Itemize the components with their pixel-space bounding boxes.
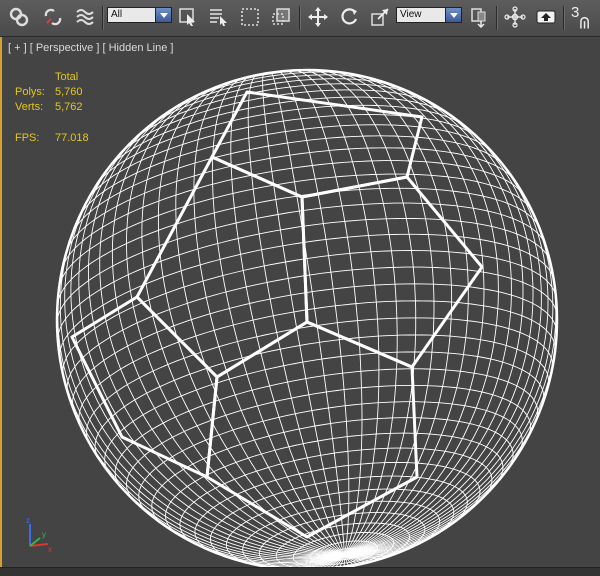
select-and-manipulate-icon[interactable] xyxy=(502,4,528,30)
select-by-name-icon[interactable] xyxy=(205,4,231,30)
toolbar-separator xyxy=(102,6,104,30)
snaps-toggle-button[interactable]: 3 xyxy=(568,4,598,30)
toolbar-separator xyxy=(299,6,301,30)
bind-to-space-warp-icon[interactable] xyxy=(72,4,98,30)
select-and-rotate-icon[interactable] xyxy=(336,4,362,30)
use-pivot-center-icon[interactable] xyxy=(466,4,492,30)
unlink-selection-icon[interactable] xyxy=(40,4,66,30)
select-and-scale-icon[interactable] xyxy=(367,4,393,30)
rectangular-selection-region-icon[interactable] xyxy=(237,4,263,30)
reference-coordinate-value: View xyxy=(400,9,422,20)
main-toolbar: All View 3 xyxy=(0,0,600,37)
window-crossing-icon[interactable] xyxy=(268,4,294,30)
select-and-move-icon[interactable] xyxy=(305,4,331,30)
svg-text:z: z xyxy=(26,516,30,525)
toolbar-separator xyxy=(563,6,565,30)
selection-filter-dropdown[interactable]: All xyxy=(107,7,172,23)
toolbar-separator xyxy=(496,6,498,30)
axis-tripod-icon: z y x xyxy=(26,516,52,554)
chevron-down-icon xyxy=(445,8,461,22)
selection-filter-value: All xyxy=(111,9,123,20)
select-object-icon[interactable] xyxy=(175,4,201,30)
select-and-link-icon[interactable] xyxy=(6,4,32,30)
reference-coordinate-dropdown[interactable]: View xyxy=(396,7,462,23)
snaps-toggle-icon xyxy=(580,16,589,29)
perspective-viewport[interactable]: [ + ] [ Perspective ] [ Hidden Line ] To… xyxy=(0,37,600,567)
soccer-ball-wireframe[interactable] xyxy=(2,37,598,567)
chevron-down-icon xyxy=(155,8,171,22)
keyboard-shortcut-override-icon[interactable] xyxy=(533,4,559,30)
svg-text:y: y xyxy=(42,530,46,539)
svg-text:x: x xyxy=(48,545,52,554)
